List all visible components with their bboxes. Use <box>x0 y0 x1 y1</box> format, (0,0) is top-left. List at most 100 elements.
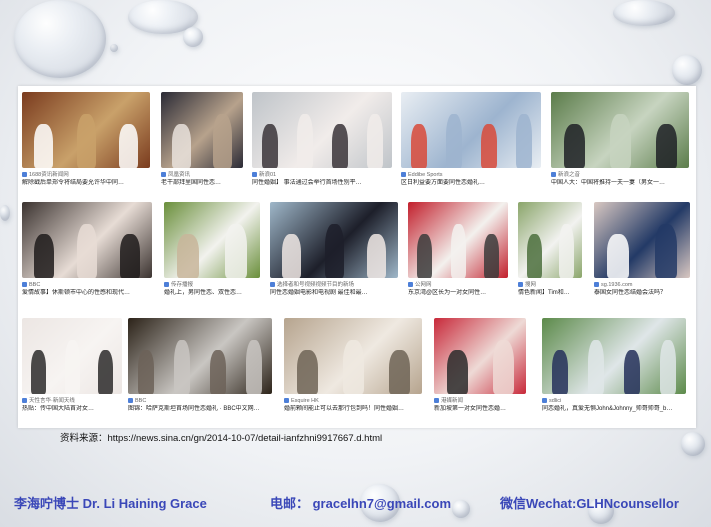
wechat-contact: 微信Wechat:GLHNcounsellor <box>500 496 679 511</box>
result-source-text: 港媒新闻 <box>441 398 464 404</box>
result-title-link[interactable]: 同恋婚礼，真爱无惧John&Johnny_帅哥帅哥_b… <box>542 405 686 414</box>
result-title-link[interactable]: 图锦：哈萨克斯坦首场同性恋婚礼 · BBC中文网… <box>128 405 272 414</box>
result-thumbnail-image[interactable] <box>594 202 690 278</box>
result-source-text: 传存播报 <box>171 282 194 288</box>
photo-figure-shape <box>343 340 364 394</box>
result-title-link[interactable]: 婚前颗间能止可以去那行包到吗！同性婚姻… <box>284 405 422 414</box>
result-thumbnail-image[interactable] <box>161 92 243 168</box>
photo-figure-shape <box>177 234 199 278</box>
result-title-link[interactable]: 婚礼上，男同性恋、双性恋… <box>164 289 260 298</box>
photo-figure-shape <box>527 234 542 278</box>
result-title-link[interactable]: 情色新闻】Tim和… <box>518 289 582 298</box>
photo-figure-shape <box>210 350 226 394</box>
result-source-text: 选择者和号视频视频节目的新场 <box>277 282 355 288</box>
result-title-link[interactable]: 泰国女同性恋结婚会法吗？ <box>594 289 690 298</box>
result-source-text: 新浪01 <box>259 172 277 178</box>
result-thumbnail-image[interactable] <box>434 318 526 394</box>
result-source-label: 港媒新闻 <box>434 397 526 405</box>
site-favicon-icon <box>401 171 406 177</box>
site-favicon-icon <box>270 281 275 287</box>
photo-figure-shape <box>119 124 138 168</box>
image-result-tile[interactable]: 新浪01 同性婚姻】 事法通过会举行首场性别平… <box>252 92 392 190</box>
result-thumbnail-image[interactable] <box>252 92 392 168</box>
result-thumbnail-image[interactable] <box>284 318 422 394</box>
site-favicon-icon <box>594 281 599 287</box>
result-title-link[interactable]: 中国人大：中国将推持一夫一妻（男女一… <box>551 179 689 188</box>
result-title-link[interactable]: 爱情故事】休斯顿市中心的性感和现代… <box>22 289 152 298</box>
result-source-label: 新浪之音 <box>551 171 689 179</box>
photo-figure-shape <box>31 350 46 394</box>
image-result-tile[interactable]: BBC 图锦：哈萨克斯坦首场同性恋婚礼 · BBC中文网… <box>128 318 272 416</box>
result-title-link[interactable]: 同性婚姻】 事法通过会举行首场性别平… <box>252 179 392 188</box>
result-thumbnail-image[interactable] <box>164 202 260 278</box>
result-source-label: 新浪01 <box>252 171 392 179</box>
result-source-label: 天性言华·新闻天线 <box>22 397 122 405</box>
site-favicon-icon <box>22 171 27 177</box>
image-result-tile[interactable]: 新浪之音 中国人大：中国将推持一夫一妻（男女一… <box>551 92 689 190</box>
result-thumbnail-image[interactable] <box>22 92 150 168</box>
result-thumbnail-image[interactable] <box>551 92 689 168</box>
result-thumbnail-image[interactable] <box>22 318 122 394</box>
photo-figure-shape <box>297 114 313 168</box>
photo-figure-shape <box>367 234 386 278</box>
site-favicon-icon <box>434 397 439 403</box>
result-thumbnail-image[interactable] <box>408 202 508 278</box>
photo-figure-shape <box>660 340 676 394</box>
result-source-label: 选择者和号视频视频节目的新场 <box>270 281 398 289</box>
result-source-label: BBC <box>22 281 152 289</box>
image-result-tile[interactable]: 天性言华·新闻天线 热贴：传中国大陆首对女… <box>22 318 122 416</box>
photo-figure-shape <box>656 124 677 168</box>
photo-figure-shape <box>77 224 97 278</box>
result-source-text: 新浪之音 <box>558 172 581 178</box>
image-result-tile[interactable]: 1688资讯新闻网 解除戳后单郑令将结局要允许华中同… <box>22 92 150 190</box>
author-name: 李海咛博士 Dr. Li Haining Grace <box>14 496 207 511</box>
result-source-label: BBC <box>128 397 272 405</box>
result-title-link[interactable]: 东京湾@区长为一对女同性… <box>408 289 508 298</box>
result-source-label: 公网网 <box>408 281 508 289</box>
site-favicon-icon <box>542 397 547 403</box>
result-title-link[interactable]: 同性恋婚姻电影和电视剧 最佳和最… <box>270 289 398 298</box>
result-thumbnail-image[interactable] <box>270 202 398 278</box>
result-thumbnail-image[interactable] <box>542 318 686 394</box>
image-result-tile[interactable]: Esquire HK 婚前颗间能止可以去那行包到吗！同性婚姻… <box>284 318 422 416</box>
water-drop-decoration <box>110 44 118 52</box>
result-thumbnail-image[interactable] <box>22 202 152 278</box>
result-thumbnail-image[interactable] <box>128 318 272 394</box>
water-drop-decoration <box>183 27 203 47</box>
image-result-tile[interactable]: Eddibe Sports 区日利益要方面要同性恋婚礼… <box>401 92 541 190</box>
image-result-tile[interactable]: 选择者和号视频视频节目的新场 同性恋婚姻电影和电视剧 最佳和最… <box>270 202 398 300</box>
image-result-tile[interactable]: 凤凰资讯 老干部拜里国同性恋… <box>161 92 243 190</box>
image-result-tile[interactable]: 传存播报 婚礼上，男同性恋、双性恋… <box>164 202 260 300</box>
photo-figure-shape <box>77 114 96 168</box>
result-source-label: 搜网 <box>518 281 582 289</box>
result-title-link[interactable]: 热贴：传中国大陆首对女… <box>22 405 122 414</box>
result-title-link[interactable]: 解除戳后单郑令将结局要允许华中同… <box>22 179 150 188</box>
image-result-tile[interactable]: sdlici 同恋婚礼，真爱无惧John&Johnny_帅哥帅哥_b… <box>542 318 686 416</box>
photo-figure-shape <box>325 224 344 278</box>
result-title-link[interactable]: 区日利益要方面要同性恋婚礼… <box>401 179 541 188</box>
result-source-text: Eddibe Sports <box>408 172 443 178</box>
photo-figure-shape <box>484 234 499 278</box>
photo-figure-shape <box>389 350 410 394</box>
image-result-tile[interactable]: 港媒新闻 新加坡第一对女同性恋婚… <box>434 318 526 416</box>
result-thumbnail-image[interactable] <box>401 92 541 168</box>
photo-figure-shape <box>225 224 247 278</box>
image-result-tile[interactable]: BBC 爱情故事】休斯顿市中心的性感和现代… <box>22 202 152 300</box>
slide-footer: 李海咛博士 Dr. Li Haining Grace 电邮： gracelhn7… <box>14 493 704 511</box>
result-thumbnail-image[interactable] <box>518 202 582 278</box>
result-source-text: BBC <box>135 398 147 404</box>
result-source-text: Esquire HK <box>291 398 319 404</box>
result-title-link[interactable]: 新加坡第一对女同性恋婚… <box>434 405 526 414</box>
image-result-tile[interactable]: sg.1936.com 泰国女同性恋结婚会法吗？ <box>594 202 690 300</box>
image-result-tile[interactable]: 搜网 情色新闻】Tim和… <box>518 202 582 300</box>
site-favicon-icon <box>551 171 556 177</box>
site-favicon-icon <box>164 281 169 287</box>
result-source-text: sdlici <box>549 398 562 404</box>
result-title-link[interactable]: 老干部拜里国同性恋… <box>161 179 243 188</box>
result-source-text: 1688资讯新闻网 <box>29 172 69 178</box>
site-favicon-icon <box>22 397 27 403</box>
image-result-tile[interactable]: 公网网 东京湾@区长为一对女同性… <box>408 202 508 300</box>
site-favicon-icon <box>284 397 289 403</box>
photo-figure-shape <box>98 350 113 394</box>
result-source-text: 凤凰资讯 <box>168 172 191 178</box>
